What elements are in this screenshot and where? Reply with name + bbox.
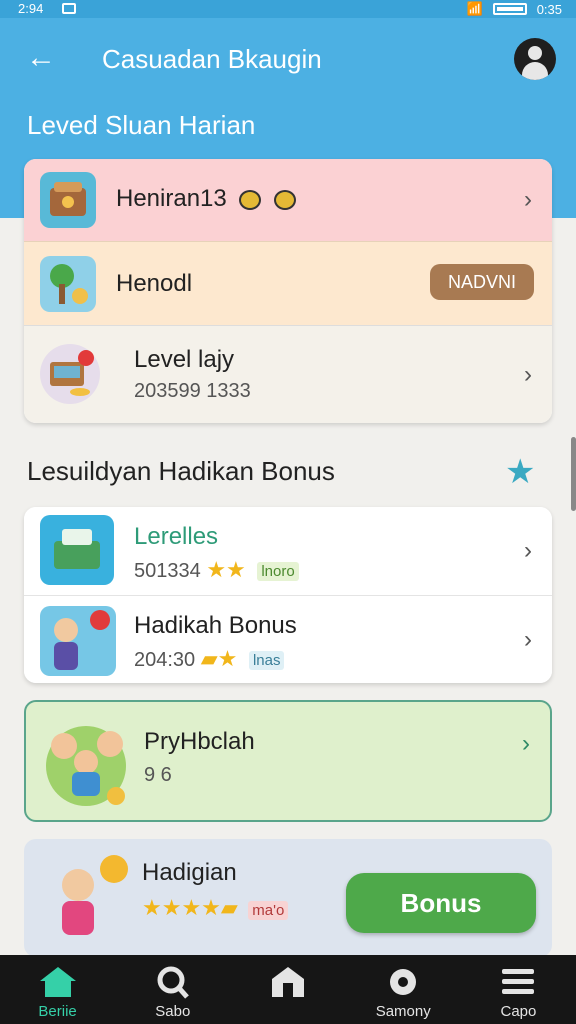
avatar-head-icon — [528, 46, 542, 60]
bonus-label: Lerelles — [134, 523, 219, 550]
status-badge: ma'o — [248, 901, 289, 921]
level-label: Heniran13 — [116, 185, 297, 213]
bonus-sub: 204:30 ▰★ lnas — [134, 646, 285, 672]
settings-icon — [390, 969, 417, 995]
chest-coins-icon — [40, 344, 100, 404]
bottom-nav: Beriie Sabo Samony Capo — [0, 955, 576, 1024]
boy-balloon-icon — [40, 606, 116, 676]
level-row[interactable]: Heniran13 › — [24, 159, 552, 241]
chevron-right-icon: › — [524, 537, 532, 564]
nav-item-menu[interactable]: Capo — [461, 955, 576, 1024]
stars-icon: ★★★★▰ — [142, 895, 238, 920]
stars-icon: ★★ — [206, 557, 246, 582]
status-time-right: 0:35 — [536, 1, 562, 17]
level-row[interactable]: Level lajy 203599 1333 › — [24, 325, 552, 423]
promo-card-green[interactable]: PryHbclah 9 6 › — [24, 700, 552, 822]
bonus-sub: 501334 ★★ lnoro — [134, 557, 299, 583]
nav-item-search[interactable]: Sabo — [115, 955, 230, 1024]
status-bar: 2:94 📶 0:35 — [0, 0, 576, 18]
level-sub: 203599 1333 — [134, 380, 251, 402]
back-arrow-icon[interactable]: ← — [26, 42, 60, 76]
level-label: Henodl — [116, 270, 193, 297]
user-avatar[interactable] — [514, 38, 556, 80]
level-row[interactable]: Henodl NADVNI — [24, 241, 552, 325]
advance-button[interactable]: NADVNI — [429, 264, 534, 300]
status-badge: lnoro — [257, 562, 299, 582]
promo-label: PryHbclah — [144, 728, 255, 755]
chevron-right-icon: › — [522, 730, 530, 757]
section-title-bonus: Lesuildyan Hadikan Bonus — [27, 456, 335, 486]
money-box-icon — [40, 515, 114, 585]
nav-label: Beriie — [38, 1003, 77, 1020]
promo-rating: ★★★★▰ ma'o — [142, 895, 289, 921]
home-icon — [39, 967, 76, 997]
avatar-body-icon — [522, 62, 548, 80]
menu-icon — [502, 969, 535, 994]
nav-label: Capo — [500, 1003, 537, 1020]
nav-label: Sabo — [155, 1003, 191, 1020]
status-badge: lnas — [248, 651, 285, 671]
level-card: Heniran13 › Henodl NADVNI Level lajy 203… — [24, 159, 552, 423]
battery-icon — [492, 3, 527, 15]
nav-label: Samony — [375, 1003, 431, 1020]
treasure-box-icon — [40, 172, 96, 228]
boy-sign-icon — [38, 847, 134, 947]
bonus-row[interactable]: Hadikah Bonus 204:30 ▰★ lnas › — [24, 595, 552, 683]
wifi-icon: 📶 — [466, 1, 483, 16]
section-title-levels: Leved Sluan Harian — [27, 110, 256, 140]
tree-icon — [40, 256, 96, 312]
bonus-card: Lerelles 501334 ★★ lnoro › Hadikah Bonus… — [24, 507, 552, 683]
promo-label: Hadigian — [142, 859, 237, 886]
coin-icon — [239, 189, 262, 210]
coin-icon — [274, 189, 297, 210]
nav-item-house[interactable] — [230, 955, 345, 1024]
notification-icon — [62, 3, 76, 14]
promo-sub: 9 6 — [144, 764, 172, 786]
scrollbar[interactable] — [571, 437, 576, 511]
star-icon[interactable]: ★ — [505, 455, 535, 489]
promo-card-blue: Hadigian ★★★★▰ ma'o Bonus — [24, 839, 552, 957]
chevron-right-icon: › — [524, 360, 532, 388]
chevron-right-icon: › — [524, 625, 532, 653]
bonus-button[interactable]: Bonus — [346, 873, 536, 933]
chevron-right-icon: › — [524, 186, 532, 213]
page-title: Casuadan Bkaugin — [102, 44, 322, 74]
bonus-row[interactable]: Lerelles 501334 ★★ lnoro › — [24, 507, 552, 595]
gold-bar-icon: ▰★ — [200, 646, 238, 671]
status-time: 2:94 — [18, 1, 44, 16]
nav-item-settings[interactable]: Samony — [346, 955, 461, 1024]
nav-item-home[interactable]: Beriie — [0, 955, 115, 1024]
kids-coins-icon — [42, 714, 138, 810]
level-label: Level lajy — [134, 346, 235, 373]
bonus-label: Hadikah Bonus — [134, 612, 297, 639]
house-icon — [272, 967, 304, 997]
search-icon — [157, 966, 189, 999]
